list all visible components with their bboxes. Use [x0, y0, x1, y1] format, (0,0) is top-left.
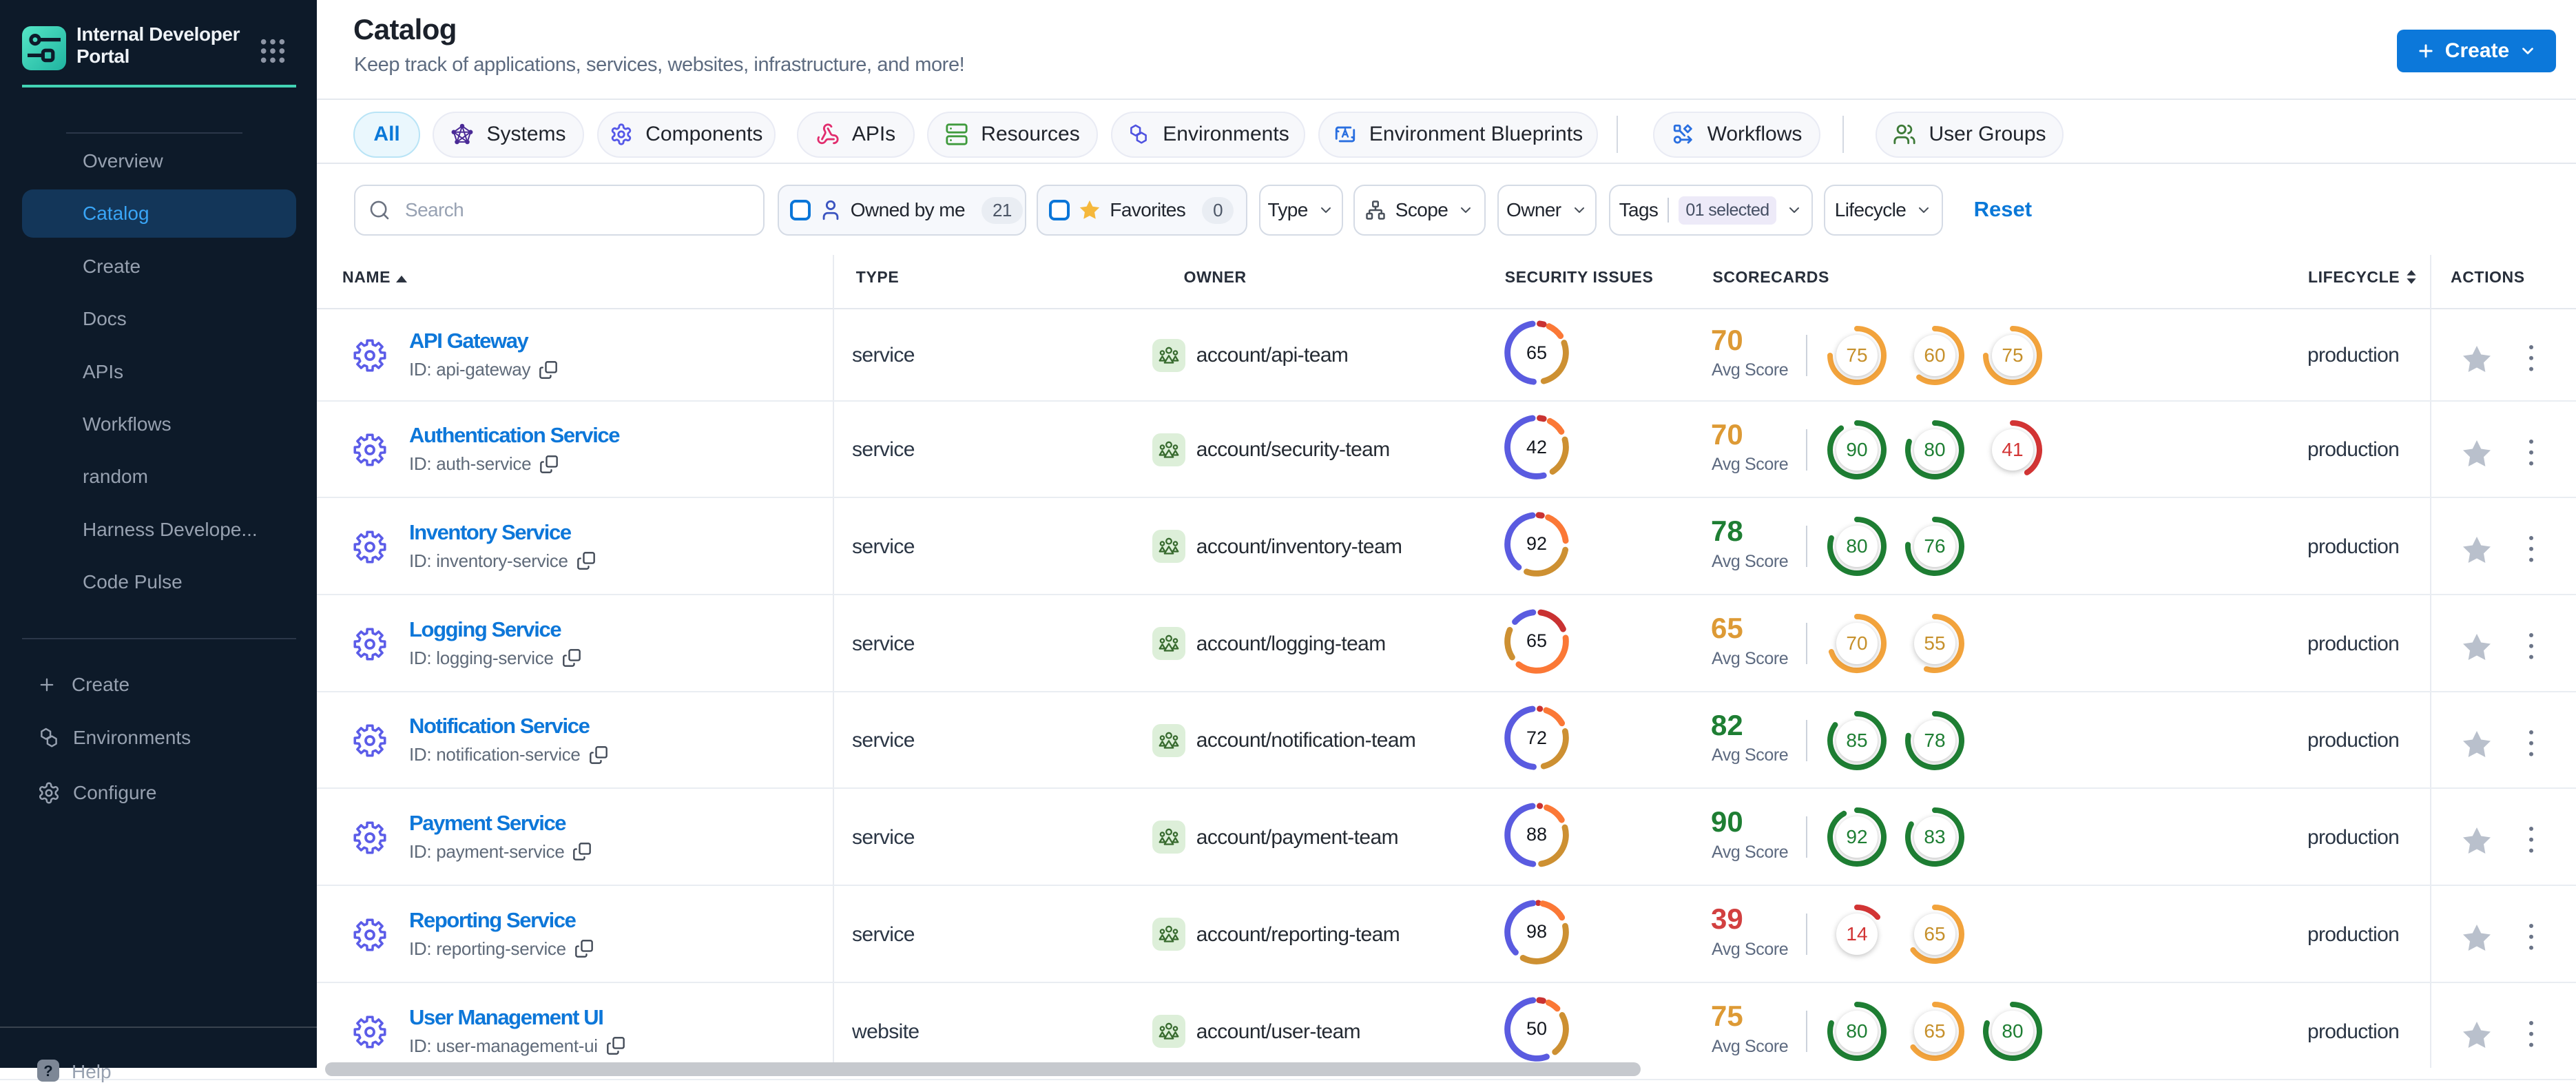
svg-text:?: ?	[43, 1062, 52, 1080]
